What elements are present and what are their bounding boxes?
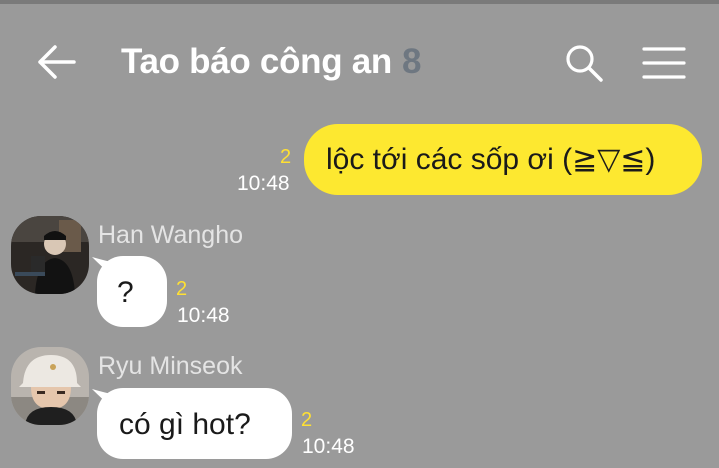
message-time: 10:48 bbox=[302, 435, 355, 458]
chat-title: Tao báo công an 8 bbox=[121, 42, 421, 82]
message-time: 10:48 bbox=[237, 172, 290, 195]
unread-count: 2 bbox=[176, 278, 188, 300]
arrow-left-icon[interactable] bbox=[36, 42, 78, 82]
sender-name: Ryu Minseok bbox=[98, 352, 243, 380]
member-count: 8 bbox=[401, 42, 422, 81]
avatar[interactable] bbox=[11, 347, 89, 425]
message-text: lộc tới các sốp ơi (≧▽≦) bbox=[326, 143, 656, 176]
hamburger-menu-icon[interactable] bbox=[642, 44, 686, 82]
unread-count: 2 bbox=[301, 409, 313, 431]
message-text: ? bbox=[117, 276, 134, 309]
message-text: có gì hot? bbox=[119, 408, 251, 441]
own-message-bubble[interactable]: lộc tới các sốp ơi (≧▽≦) bbox=[304, 124, 702, 195]
chat-header: Tao báo công an 8 bbox=[0, 4, 719, 114]
incoming-message-bubble[interactable]: có gì hot? bbox=[97, 388, 292, 459]
avatar[interactable] bbox=[11, 216, 89, 294]
message-time: 10:48 bbox=[177, 304, 230, 327]
incoming-message-bubble[interactable]: ? bbox=[97, 256, 167, 327]
sender-name: Han Wangho bbox=[98, 221, 243, 249]
unread-count: 2 bbox=[280, 146, 292, 168]
search-icon[interactable] bbox=[563, 42, 605, 84]
chat-title-text: Tao báo công an bbox=[121, 42, 392, 81]
